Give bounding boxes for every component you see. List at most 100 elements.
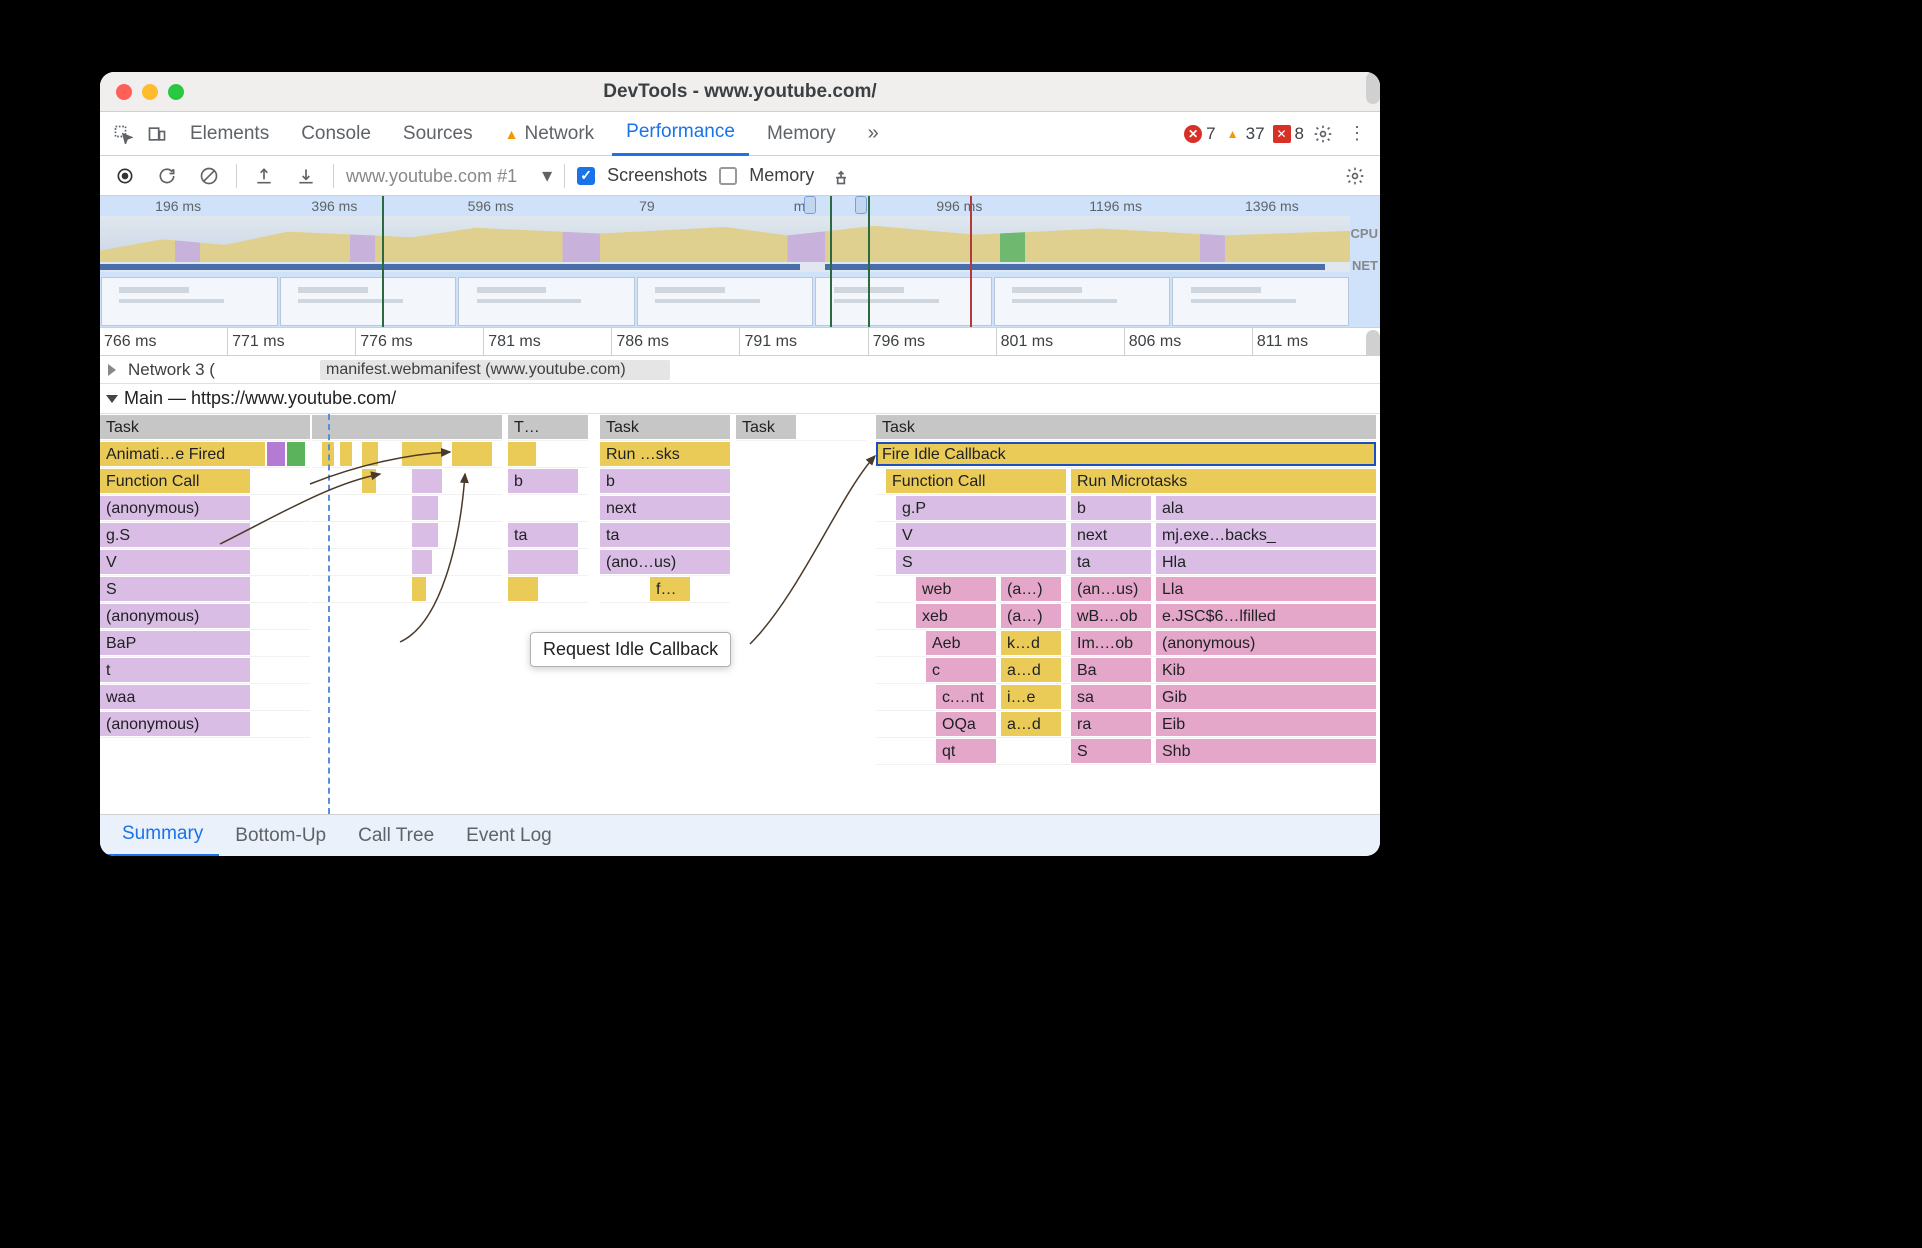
flame-event[interactable]: next — [600, 496, 730, 520]
flame-event[interactable]: (anonymous) — [100, 604, 250, 628]
error-count[interactable]: ✕ 7 — [1184, 124, 1215, 144]
flame-task[interactable]: T… — [508, 415, 588, 439]
flame-event[interactable]: (a…) — [1001, 604, 1061, 628]
flame-event[interactable] — [412, 496, 438, 520]
flame-event[interactable] — [362, 442, 378, 466]
flame-task[interactable]: Task — [100, 415, 310, 439]
flame-event[interactable] — [508, 442, 536, 466]
flame-event[interactable]: Hla — [1156, 550, 1376, 574]
scrollbar-thumb[interactable] — [1366, 72, 1380, 104]
flame-event[interactable]: g.P — [896, 496, 1066, 520]
tab-call-tree[interactable]: Call Tree — [342, 815, 450, 857]
zoom-icon[interactable] — [168, 84, 184, 100]
flame-event[interactable]: qt — [936, 739, 996, 763]
flame-event[interactable]: (a…) — [1001, 577, 1061, 601]
overview-selection-handle[interactable] — [855, 196, 867, 214]
tab-summary[interactable]: Summary — [106, 815, 219, 857]
flame-event[interactable]: e.JSC$6…lfilled — [1156, 604, 1376, 628]
flame-event[interactable]: BaP — [100, 631, 250, 655]
tab-elements[interactable]: Elements — [176, 112, 283, 156]
tab-bottom-up[interactable]: Bottom-Up — [219, 815, 342, 857]
flame-event[interactable]: wB.…ob — [1071, 604, 1151, 628]
issues-count[interactable]: ✕ 8 — [1273, 124, 1304, 144]
flame-event[interactable]: OQa — [936, 712, 996, 736]
flame-event[interactable] — [412, 469, 442, 493]
flame-event[interactable]: a…d — [1001, 712, 1061, 736]
flame-event[interactable]: Animati…e Fired — [100, 442, 265, 466]
flame-event[interactable]: k…d — [1001, 631, 1061, 655]
flame-event[interactable]: xeb — [916, 604, 996, 628]
flame-event[interactable]: Gib — [1156, 685, 1376, 709]
download-icon[interactable] — [291, 161, 321, 191]
warning-count[interactable]: ▲ 37 — [1224, 124, 1265, 144]
record-button-icon[interactable] — [110, 161, 140, 191]
flame-event[interactable]: c.…nt — [936, 685, 996, 709]
flame-event[interactable]: Run Microtasks — [1071, 469, 1376, 493]
garbage-collect-icon[interactable] — [826, 161, 856, 191]
flame-event[interactable]: (anonymous) — [100, 496, 250, 520]
flame-event[interactable]: V — [896, 523, 1066, 547]
flame-event[interactable]: b — [1071, 496, 1151, 520]
tab-event-log[interactable]: Event Log — [450, 815, 568, 857]
more-tabs-icon[interactable]: » — [854, 112, 893, 156]
flame-event[interactable] — [287, 442, 305, 466]
flame-event[interactable]: web — [916, 577, 996, 601]
screenshots-checkbox[interactable] — [577, 167, 595, 185]
flame-task[interactable]: Task — [600, 415, 730, 439]
flame-event[interactable]: Im.…ob — [1071, 631, 1151, 655]
overview-selection-handle[interactable] — [804, 196, 816, 214]
flame-event[interactable]: Ba — [1071, 658, 1151, 682]
memory-checkbox[interactable] — [719, 167, 737, 185]
flame-event[interactable]: c — [926, 658, 996, 682]
settings-gear-icon[interactable] — [1308, 119, 1338, 149]
network-section-row[interactable]: Network 3 ( manifest.webmanifest (www.yo… — [100, 356, 1380, 384]
flame-event[interactable] — [362, 469, 376, 493]
detail-ruler[interactable]: 766 ms 771 ms 776 ms 781 ms 786 ms 791 m… — [100, 328, 1380, 356]
flame-event[interactable]: b — [600, 469, 730, 493]
flame-event[interactable]: Run …sks — [600, 442, 730, 466]
network-request-bar[interactable]: manifest.webmanifest (www.youtube.com) — [320, 360, 670, 380]
flame-event[interactable]: (ano…us) — [600, 550, 730, 574]
flame-task[interactable]: Task — [876, 415, 1376, 439]
flame-event[interactable]: ta — [600, 523, 730, 547]
tab-network[interactable]: Network — [491, 112, 609, 156]
flame-event[interactable]: ta — [508, 523, 578, 547]
flame-event[interactable] — [340, 442, 352, 466]
flame-task[interactable]: Task — [736, 415, 796, 439]
upload-icon[interactable] — [249, 161, 279, 191]
flame-chart[interactable]: Task Animati…e Fired Function Call (anon… — [100, 414, 1380, 814]
flame-event-selected[interactable]: Fire Idle Callback — [876, 442, 1376, 466]
flame-event[interactable]: (anonymous) — [1156, 631, 1376, 655]
expand-icon[interactable] — [108, 364, 116, 376]
flame-event[interactable]: S — [1071, 739, 1151, 763]
flame-event[interactable]: Function Call — [886, 469, 1066, 493]
flame-event[interactable]: V — [100, 550, 250, 574]
flame-event[interactable]: (an…us) — [1071, 577, 1151, 601]
flame-event[interactable]: mj.exe…backs_ — [1156, 523, 1376, 547]
tab-console[interactable]: Console — [287, 112, 385, 156]
flame-event[interactable]: (anonymous) — [100, 712, 250, 736]
inspect-element-icon[interactable] — [108, 119, 138, 149]
reload-record-icon[interactable] — [152, 161, 182, 191]
flame-event[interactable]: Kib — [1156, 658, 1376, 682]
flame-event[interactable]: Lla — [1156, 577, 1376, 601]
flame-event[interactable] — [402, 442, 442, 466]
flame-event[interactable]: sa — [1071, 685, 1151, 709]
minimize-icon[interactable] — [142, 84, 158, 100]
flame-event[interactable] — [412, 577, 426, 601]
kebab-menu-icon[interactable]: ⋮ — [1342, 119, 1372, 149]
flame-event[interactable] — [508, 577, 538, 601]
flame-event[interactable]: S — [100, 577, 250, 601]
flame-event[interactable]: next — [1071, 523, 1151, 547]
tab-sources[interactable]: Sources — [389, 112, 487, 156]
flame-event[interactable]: b — [508, 469, 578, 493]
flame-event[interactable]: Aeb — [926, 631, 996, 655]
flame-event[interactable]: a…d — [1001, 658, 1061, 682]
capture-settings-gear-icon[interactable] — [1340, 161, 1370, 191]
recording-selector[interactable]: www.youtube.com #1 ▾ — [346, 163, 552, 188]
flame-event[interactable]: g.S — [100, 523, 250, 547]
clear-icon[interactable] — [194, 161, 224, 191]
flame-event[interactable]: ala — [1156, 496, 1376, 520]
flame-event[interactable] — [508, 550, 578, 574]
flame-event[interactable]: i…e — [1001, 685, 1061, 709]
